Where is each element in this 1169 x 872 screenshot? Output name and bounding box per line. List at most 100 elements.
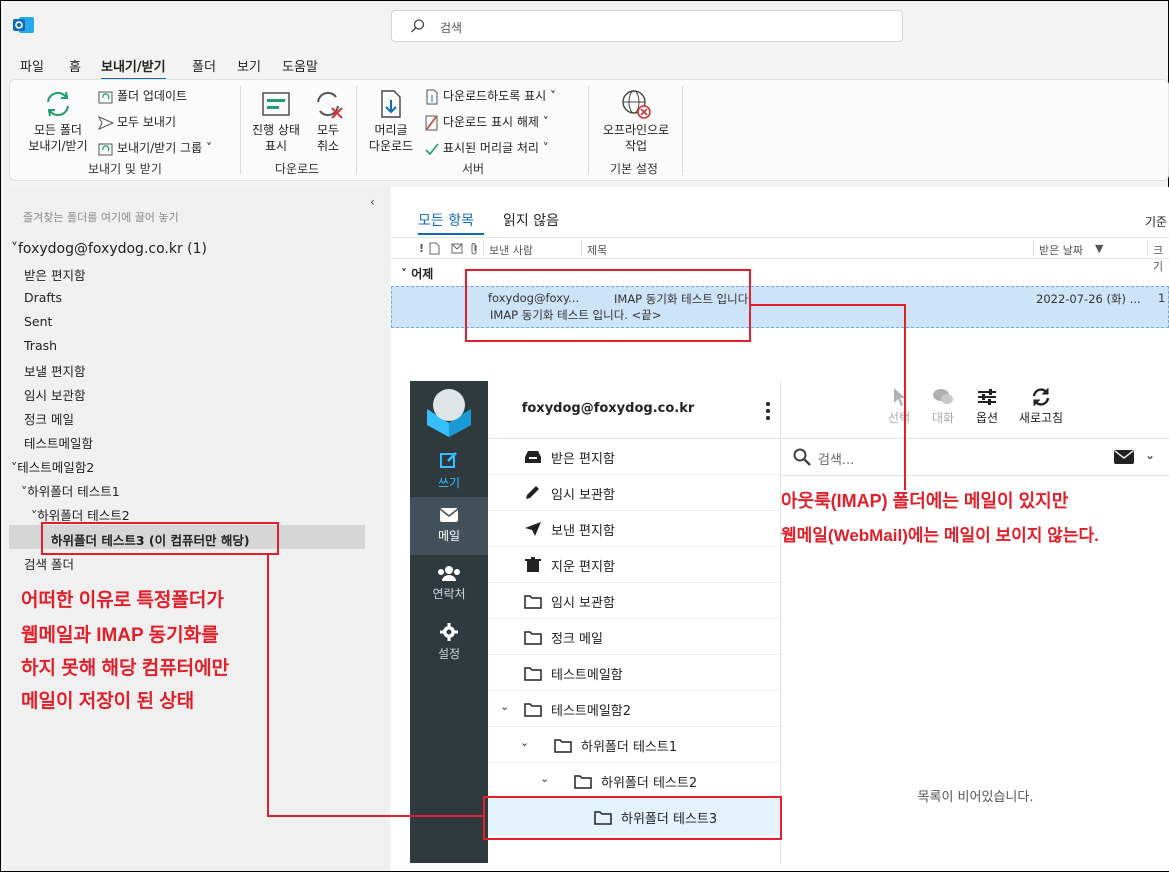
empty-list-message: 목록이 비어있습니다. xyxy=(917,790,1034,805)
process-marked-headers-label: 표시된 머리글 처리 xyxy=(443,141,539,155)
inbox-icon xyxy=(525,451,541,463)
gear-icon xyxy=(440,623,458,641)
group-header-yesterday[interactable]: ˅ 어제 xyxy=(401,265,433,282)
search-input[interactable]: 검색 xyxy=(391,10,903,42)
collapse-pane-icon[interactable]: ‹ xyxy=(370,195,375,209)
show-progress-label-1: 진행 상태 xyxy=(252,123,300,137)
annotation-left-line1: 어떠한 이유로 특정폴더가 xyxy=(21,590,224,611)
folder-test-mailbox[interactable]: 테스트메일함 xyxy=(24,433,93,452)
webmail-tool-threads-label: 대화 xyxy=(931,411,955,425)
tab-all-items[interactable]: 모든 항목 xyxy=(418,210,474,230)
send-receive-all-button[interactable]: 모든 폴더 보내기/받기 xyxy=(22,88,94,154)
sort-by-label[interactable]: 기준 xyxy=(1145,213,1167,230)
sync-cancel-icon xyxy=(317,91,343,119)
webmail-folder-temp-storage[interactable]: 임시 보관함 xyxy=(488,583,781,619)
document-column-icon[interactable] xyxy=(429,242,441,255)
chevron-down-icon: ˅ xyxy=(202,141,212,155)
update-folder-button[interactable]: 폴더 업데이트 xyxy=(98,86,187,106)
folder-temp-storage[interactable]: 임시 보관함 xyxy=(24,385,85,404)
webmail-folder-label: 임시 보관함 xyxy=(551,488,615,503)
mail-date: 2022-07-26 (화) ... xyxy=(1036,292,1141,306)
show-progress-button[interactable]: 진행 상태 표시 xyxy=(246,88,306,154)
work-offline-button[interactable]: 오프라인으로 작업 xyxy=(594,88,678,154)
column-from[interactable]: 보낸 사람 xyxy=(489,242,533,258)
mark-to-download-button[interactable]: 다운로드하도록 표시 ˅ xyxy=(424,86,556,106)
folder-drafts[interactable]: Drafts xyxy=(24,290,62,305)
webmail-tool-threads[interactable]: 대화 xyxy=(925,387,961,426)
webmail-tool-refresh[interactable]: 새로고침 xyxy=(1013,387,1069,426)
webmail-folder-subfolder1[interactable]: ⌄ 하위폴더 테스트1 xyxy=(488,727,781,763)
globe-offline-icon xyxy=(622,90,651,119)
webmail-nav-contacts-label: 연락처 xyxy=(432,587,466,601)
chevron-down-icon: ˅ xyxy=(401,267,412,281)
column-divider xyxy=(483,240,484,256)
webmail-folder-label: 지운 편지함 xyxy=(551,560,615,575)
column-divider xyxy=(1147,240,1148,256)
column-subject[interactable]: 제목 xyxy=(587,242,607,258)
send-receive-groups-button[interactable]: 보내기/받기 그룹 ˅ xyxy=(98,138,212,158)
annotation-box-outlook-mail xyxy=(465,269,751,342)
importance-column-icon[interactable]: ! xyxy=(419,242,424,255)
folder-sync-icon xyxy=(98,91,113,103)
webmail-tool-options[interactable]: 옵션 xyxy=(969,387,1005,426)
webmail-search-input[interactable]: 검색... xyxy=(818,449,854,468)
folder-trash[interactable]: Trash xyxy=(24,338,57,353)
chevron-down-icon[interactable]: ⌄ xyxy=(520,736,529,749)
webmail-folder-label: 테스트메일함2 xyxy=(551,704,632,719)
folder-sent[interactable]: Sent xyxy=(24,314,52,329)
webmail-folder-test-mailbox2[interactable]: ⌄ 테스트메일함2 xyxy=(488,691,781,727)
download-mark-icon xyxy=(426,89,438,104)
contacts-icon xyxy=(438,566,460,581)
column-divider xyxy=(581,240,582,256)
more-vertical-icon[interactable] xyxy=(763,401,773,421)
webmail-tool-select[interactable]: 선택 xyxy=(881,387,917,426)
update-folder-label: 폴더 업데이트 xyxy=(117,89,188,103)
folder-outbox[interactable]: 보낼 편지함 xyxy=(24,361,85,380)
tab-folder[interactable]: 폴더 xyxy=(192,56,216,75)
folder-icon xyxy=(524,595,542,609)
folder-inbox[interactable]: 받은 편지함 xyxy=(24,265,85,284)
send-all-button[interactable]: 모두 보내기 xyxy=(97,112,176,132)
folder-icon xyxy=(554,739,572,753)
tab-file[interactable]: 파일 xyxy=(20,56,44,75)
webmail-folder-junk[interactable]: 정크 메일 xyxy=(488,619,781,655)
envelope-icon[interactable] xyxy=(1114,450,1134,464)
cancel-all-button[interactable]: 모두 취소 xyxy=(308,88,348,154)
folder-junk[interactable]: 정크 메일 xyxy=(24,409,74,428)
folder-subfolder1[interactable]: ˅하위폴더 테스트1 xyxy=(21,481,120,500)
webmail-folder-sent[interactable]: 보낸 편지함 xyxy=(488,511,781,547)
tab-unread[interactable]: 읽지 않음 xyxy=(503,210,559,230)
webmail-account: foxydog@foxydog.co.kr xyxy=(521,401,695,416)
webmail-folder-deleted[interactable]: 지운 편지함 xyxy=(488,547,781,583)
download-headers-button[interactable]: 머리글 다운로드 xyxy=(362,88,420,154)
annotation-box-webmail-folder xyxy=(483,796,782,840)
webmail-nav-settings[interactable]: 설정 xyxy=(410,623,488,673)
column-size[interactable]: 크기 xyxy=(1153,242,1169,274)
folder-test-mailbox2[interactable]: ˅테스트메일함2 xyxy=(11,457,94,476)
tab-send-receive[interactable]: 보내기/받기 xyxy=(101,56,166,80)
tab-home[interactable]: 홈 xyxy=(69,56,81,75)
divider xyxy=(782,438,1169,439)
webmail-nav-mail[interactable]: 메일 xyxy=(410,497,488,555)
chevron-down-icon[interactable]: ⌄ xyxy=(540,772,549,785)
unmark-download-button[interactable]: 다운로드 표시 해제 ˅ xyxy=(424,112,549,132)
chevron-down-icon[interactable]: ⌄ xyxy=(1145,448,1155,462)
cancel-all-label-2: 취소 xyxy=(316,139,340,153)
column-received[interactable]: 받은 날짜 xyxy=(1039,242,1083,258)
webmail-folder-drafts[interactable]: 임시 보관함 xyxy=(488,475,781,511)
webmail-folder-inbox[interactable]: 받은 편지함 xyxy=(488,439,781,475)
reminder-column-icon[interactable] xyxy=(451,242,463,255)
webmail-tool-refresh-label: 새로고침 xyxy=(1018,411,1064,425)
chevron-down-icon[interactable]: ⌄ xyxy=(500,700,509,713)
tab-view[interactable]: 보기 xyxy=(237,56,261,75)
webmail-folder-subfolder2[interactable]: ⌄ 하위폴더 테스트2 xyxy=(488,763,781,799)
folder-search-folders[interactable]: 검색 폴더 xyxy=(24,554,74,573)
attachment-column-icon[interactable] xyxy=(469,242,479,255)
webmail-nav-contacts[interactable]: 연락처 xyxy=(410,565,488,615)
account-node[interactable]: ˅foxydog@foxydog.co.kr (1) xyxy=(11,241,207,257)
envelope-icon xyxy=(439,508,459,522)
webmail-folder-test-mailbox[interactable]: 테스트메일함 xyxy=(488,655,781,691)
tab-help[interactable]: 도움말 xyxy=(282,56,318,75)
webmail-nav-compose[interactable]: 쓰기 xyxy=(410,445,488,497)
process-marked-headers-button[interactable]: 표시된 머리글 처리 ˅ xyxy=(424,138,549,158)
